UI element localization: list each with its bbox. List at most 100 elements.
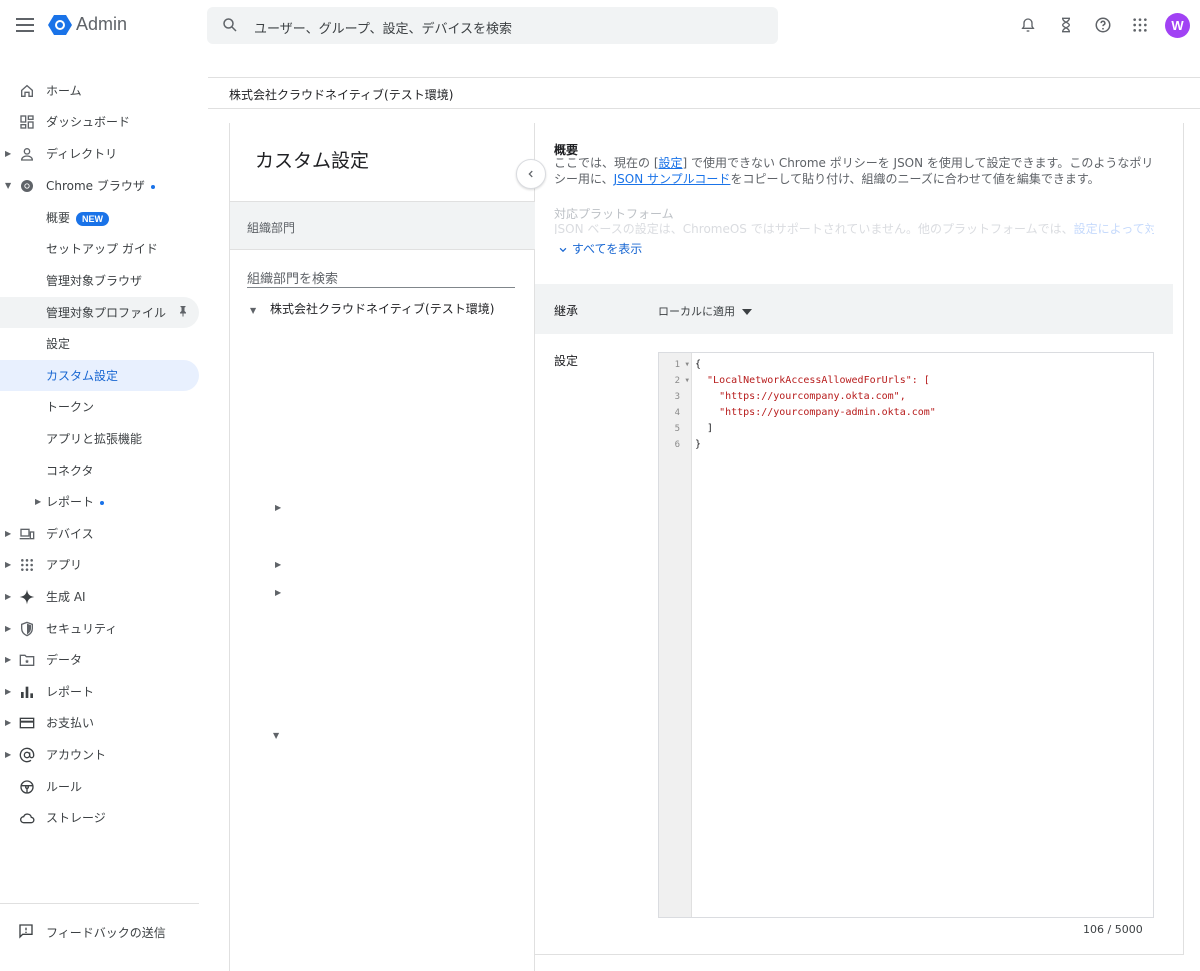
notifications-bell-icon[interactable]: [1017, 14, 1039, 36]
credit-card-icon: [18, 714, 36, 732]
feedback-icon: [18, 923, 34, 942]
org-unit-panel: カスタム設定 組織部門 組織部門を検索 ▼ 株式会社クラウドネイティブ(テスト環境…: [229, 123, 535, 971]
expand-caret-icon[interactable]: ▶: [275, 588, 281, 597]
expand-caret-icon[interactable]: ▶: [275, 560, 281, 569]
top-bar: Admin ユーザー、グループ、設定、デバイスを検索 W: [0, 0, 1200, 52]
divider: [208, 77, 1200, 78]
expand-caret-icon[interactable]: ▶: [5, 718, 11, 727]
inherit-dropdown[interactable]: ローカルに適用: [658, 303, 752, 319]
pin-icon[interactable]: [177, 304, 189, 321]
main-menu-button[interactable]: [14, 14, 36, 36]
char-counter: 106 / 5000: [1083, 923, 1143, 936]
expand-caret-icon[interactable]: ▶: [5, 624, 11, 633]
sidebar-item-managed-browsers[interactable]: 管理対象ブラウザ: [0, 265, 199, 296]
code-line[interactable]: "LocalNetworkAccessAllowedForUrls": [: [695, 373, 930, 389]
sidebar-item-setup-guide[interactable]: セットアップ ガイド: [0, 233, 199, 264]
chrome-icon: [18, 177, 36, 195]
sidebar-item-devices[interactable]: ▶ デバイス: [0, 518, 199, 549]
shield-icon: [18, 620, 36, 638]
fold-toggle-icon[interactable]: ▼: [685, 373, 689, 389]
line-number: 1 ▼: [659, 357, 692, 373]
sidebar-item-billing[interactable]: ▶ お支払い: [0, 707, 199, 738]
home-icon: [18, 82, 36, 100]
cloud-icon: [18, 809, 36, 827]
expand-caret-icon[interactable]: ▶: [5, 149, 11, 158]
sidebar-item-home[interactable]: ホーム: [0, 75, 199, 106]
code-line[interactable]: {: [695, 357, 701, 373]
sparkle-icon: [18, 588, 36, 606]
sidebar-item-settings[interactable]: 設定: [0, 328, 199, 359]
apps-grid-icon: [18, 556, 36, 574]
json-sample-code-link[interactable]: JSON サンプルコード: [614, 172, 731, 186]
expand-caret-icon[interactable]: ▶: [5, 750, 11, 759]
expand-caret-icon[interactable]: ▶: [5, 655, 11, 664]
divider: [208, 108, 1200, 109]
sidebar-item-data[interactable]: ▶ データ: [0, 644, 199, 675]
sidebar-item-directory[interactable]: ▶ ディレクトリ: [0, 138, 199, 169]
expand-caret-icon[interactable]: ▶: [35, 497, 41, 506]
sidebar-item-dashboard[interactable]: ダッシュボード: [0, 106, 199, 137]
breadcrumb[interactable]: 株式会社クラウドネイティブ(テスト環境): [229, 86, 453, 103]
divider: [0, 903, 199, 904]
org-tree-root[interactable]: ▼ 株式会社クラウドネイティブ(テスト環境): [250, 300, 494, 317]
sidebar-item-overview[interactable]: 概要 NEW: [0, 202, 199, 233]
line-number: 5: [674, 424, 680, 434]
new-badge: NEW: [76, 211, 110, 226]
page-title: カスタム設定: [255, 150, 370, 172]
admin-logo-icon[interactable]: [48, 13, 72, 37]
search-icon: [223, 18, 237, 32]
devices-icon: [18, 525, 36, 543]
sidebar-item-apps-extensions[interactable]: アプリと拡張機能: [0, 423, 199, 454]
update-dot: [100, 500, 105, 505]
hourglass-tasks-icon[interactable]: [1055, 14, 1077, 36]
chevron-down-icon: [559, 247, 567, 252]
sidebar-item-managed-profiles[interactable]: 管理対象プロファイル: [0, 297, 199, 328]
account-avatar[interactable]: W: [1165, 13, 1190, 38]
sidebar-item-chrome-browser[interactable]: ▼ Chrome ブラウザ: [0, 170, 199, 201]
expand-caret-icon[interactable]: ▶: [5, 592, 11, 601]
fold-toggle-icon[interactable]: ▼: [685, 357, 689, 373]
sidebar-item-rules[interactable]: ルール: [0, 771, 199, 802]
send-feedback-button[interactable]: フィードバックの送信: [0, 917, 199, 947]
help-icon[interactable]: [1092, 14, 1114, 36]
sidebar-item-tokens[interactable]: トークン: [0, 391, 199, 422]
json-code-editor[interactable]: 1 ▼ 2 ▼ 3 4 5 6 { "LocalNetworkAccessAllow…: [658, 352, 1154, 918]
sidebar-item-storage[interactable]: ストレージ: [0, 802, 199, 833]
overview-description: ここでは、現在の [設定] で使用できない Chrome ポリシーを JSON …: [554, 156, 1154, 186]
sidebar-item-connectors[interactable]: コネクタ: [0, 455, 199, 486]
code-line[interactable]: }: [695, 437, 701, 453]
code-line[interactable]: ]: [695, 421, 713, 437]
app-title[interactable]: Admin: [76, 14, 127, 35]
sidebar-item-reports[interactable]: ▶ レポート: [0, 676, 199, 707]
settings-link[interactable]: 設定: [659, 156, 683, 170]
platforms-description: JSON ベースの設定は、ChromeOS ではサポートされていません。他のプラ…: [554, 220, 1154, 234]
update-dot: [150, 184, 155, 189]
code-line[interactable]: "https://yourcompany-admin.okta.com": [695, 405, 936, 421]
sidebar-item-account[interactable]: ▶ アカウント: [0, 739, 199, 770]
collapse-caret-icon[interactable]: ▼: [250, 306, 270, 315]
sidebar-item-security[interactable]: ▶ セキュリティ: [0, 613, 199, 644]
platform-support-link[interactable]: 設定によって対応: [1074, 222, 1154, 234]
expand-caret-icon[interactable]: ▶: [5, 529, 11, 538]
sidebar-item-custom-settings[interactable]: カスタム設定: [0, 360, 199, 391]
search-input[interactable]: ユーザー、グループ、設定、デバイスを検索: [254, 18, 512, 37]
collapse-caret-icon[interactable]: ▼: [273, 731, 279, 740]
collapse-caret-icon[interactable]: ▼: [5, 181, 11, 190]
show-all-button[interactable]: すべてを表示: [558, 240, 642, 257]
data-folder-icon: [18, 651, 36, 669]
expand-caret-icon[interactable]: ▶: [275, 503, 281, 512]
expand-caret-icon[interactable]: ▶: [5, 560, 11, 569]
code-line[interactable]: "https://yourcompany.okta.com",: [695, 389, 906, 405]
at-sign-icon: [18, 746, 36, 764]
inheritance-row: 継承 ローカルに適用: [535, 284, 1173, 334]
sidebar-nav: ホーム ダッシュボード ▶ ディレクトリ ▼ Chrome ブラウザ 概要 NEW…: [0, 75, 208, 971]
inherit-label: 継承: [554, 304, 579, 318]
sidebar-item-apps[interactable]: ▶ アプリ: [0, 549, 199, 580]
sidebar-item-gen-ai[interactable]: ▶ 生成 AI: [0, 581, 199, 612]
apps-launcher-icon[interactable]: [1129, 14, 1151, 36]
expand-caret-icon[interactable]: ▶: [5, 687, 11, 696]
sidebar-item-chrome-reports[interactable]: ▶ レポート: [0, 486, 199, 517]
search-box[interactable]: ユーザー、グループ、設定、デバイスを検索: [207, 7, 778, 44]
dropdown-arrow-icon: [741, 309, 752, 315]
org-unit-search-input[interactable]: 組織部門を検索: [247, 268, 515, 288]
